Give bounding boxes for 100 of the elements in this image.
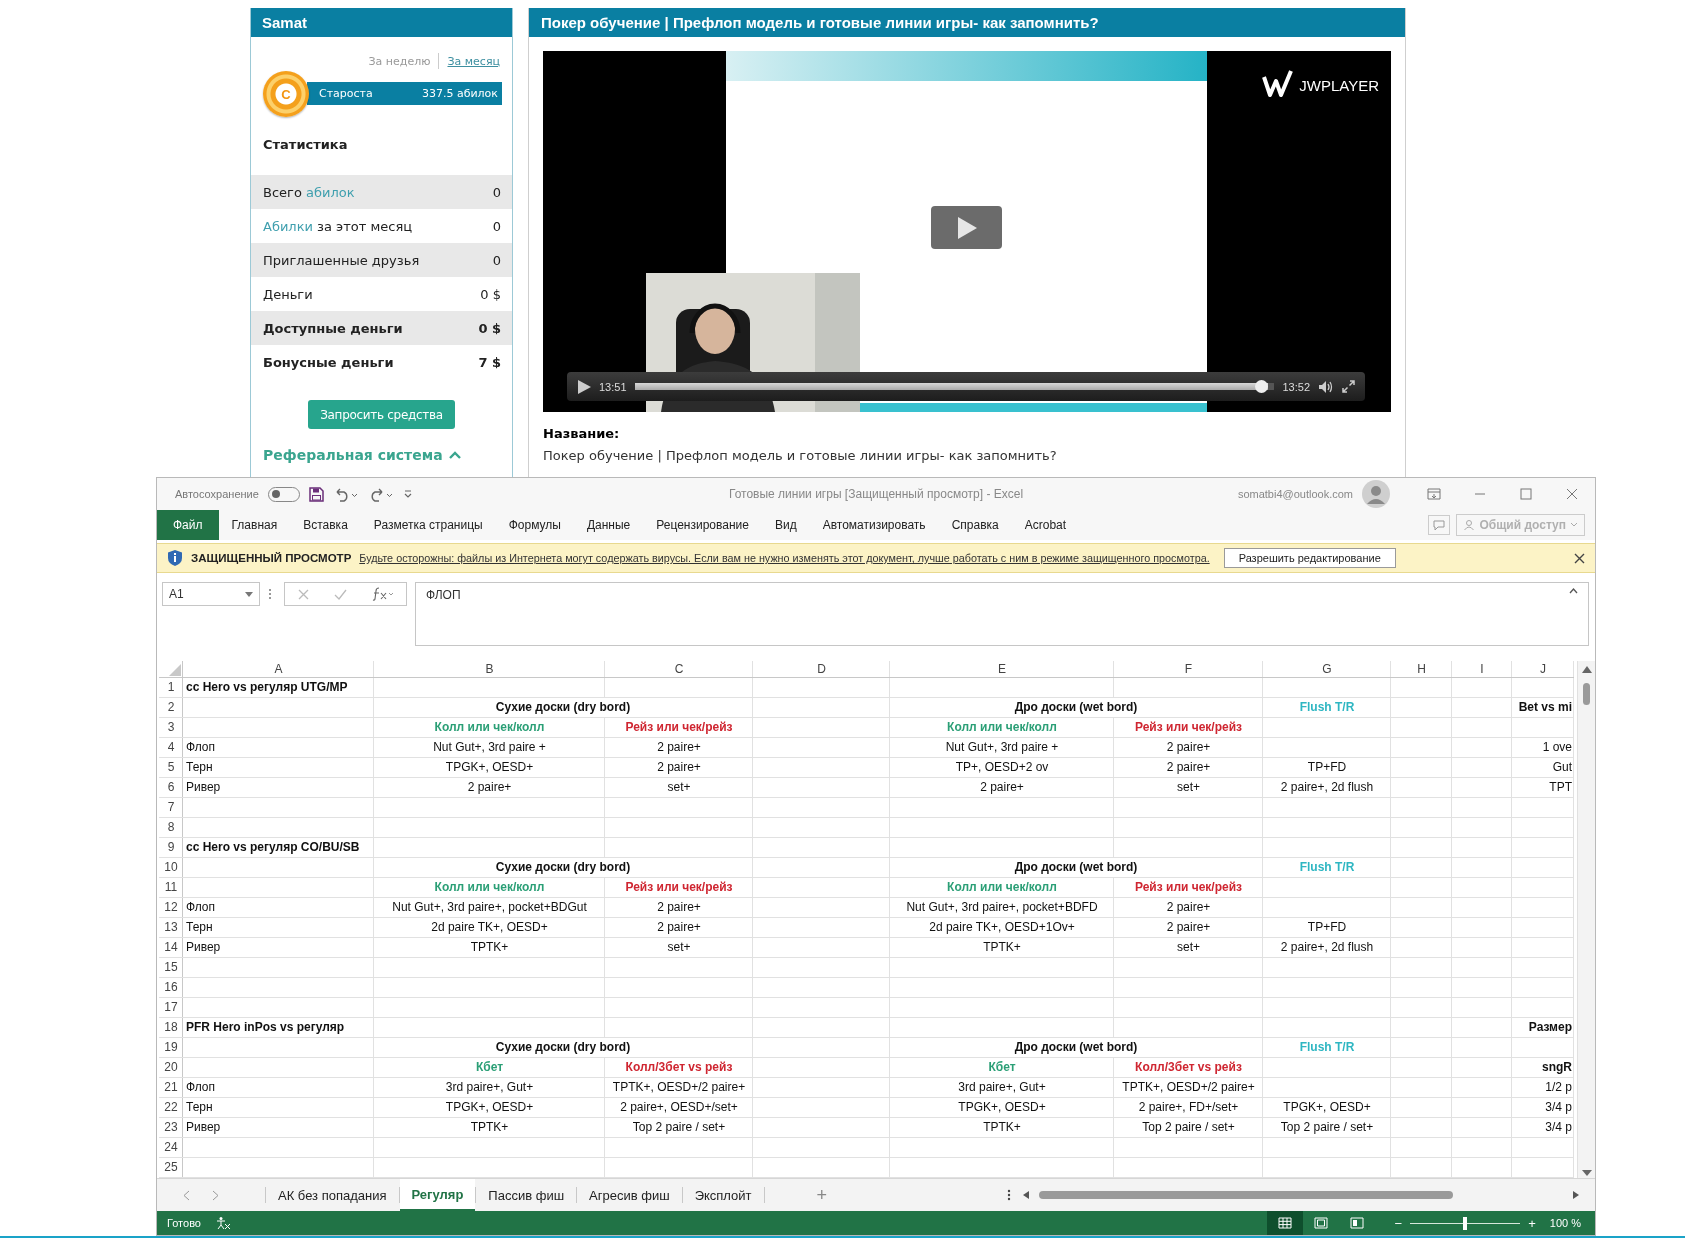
ribbon-tab[interactable]: Acrobat	[1011, 510, 1080, 540]
column-header[interactable]: B	[374, 661, 605, 678]
column-header[interactable]: I	[1452, 661, 1512, 678]
insert-function-icon[interactable]	[371, 587, 394, 601]
table-cell-text: TPT	[1548, 779, 1573, 796]
warning-link[interactable]: Будьте осторожны: файлы из Интернета могут содержать вирусы. Если вам не нужно изменять этот документ, лучше работать с ним в режиме защищенного просмотра.	[359, 552, 1210, 564]
table-cell-text: TPTK+	[469, 939, 510, 956]
table-cell-text: TPTK+, OESD+/2 paire+	[611, 1079, 747, 1096]
row-header[interactable]: 14	[159, 938, 183, 958]
ribbon-tab[interactable]: Автоматизировать	[809, 510, 939, 540]
horizontal-scrollbar[interactable]	[1021, 1188, 1581, 1202]
row-header[interactable]: 3	[159, 718, 183, 738]
row-header[interactable]: 11	[159, 878, 183, 898]
row-header[interactable]: 21	[159, 1078, 183, 1098]
table-cell-text: TPTK+	[469, 1119, 510, 1136]
arrow-down-icon[interactable]	[1582, 1170, 1592, 1176]
ribbon-tab[interactable]: Данные	[573, 510, 644, 540]
accessibility-icon[interactable]	[214, 1216, 231, 1230]
more-icon[interactable]	[1007, 1188, 1011, 1202]
customize-icon[interactable]	[402, 488, 413, 500]
table-cell-text: 2 paire+	[656, 759, 702, 776]
row-header[interactable]: 18	[159, 1018, 183, 1038]
row-header[interactable]: 1	[159, 678, 183, 698]
ribbon-tab[interactable]: Главная	[218, 510, 291, 540]
row-header[interactable]: 15	[159, 958, 183, 978]
row-header[interactable]: 19	[159, 1038, 183, 1058]
period-link[interactable]: За месяц	[447, 54, 500, 68]
vertical-scrollbar[interactable]	[1577, 661, 1595, 1178]
table-cell-text: TPGK+, OESD+	[957, 1099, 1047, 1116]
row-header[interactable]: 24	[159, 1138, 183, 1158]
avatar-icon[interactable]	[1361, 479, 1391, 509]
ribbon-tab[interactable]: Разметка страницы	[360, 510, 496, 540]
stat-label: Доступные деньги	[263, 320, 403, 336]
stat-label: Приглашенные друзья	[263, 252, 420, 268]
row-header[interactable]: 6	[159, 778, 183, 798]
row-header[interactable]: 16	[159, 978, 183, 998]
ribbon-options-icon[interactable]	[1427, 488, 1441, 500]
ribbon-tab[interactable]: Файл	[157, 510, 219, 540]
table-cell-text: cc Hero vs регуляр CO/BU/SB	[185, 839, 361, 856]
chevron-up-icon[interactable]	[448, 451, 461, 459]
play-icon[interactable]	[577, 379, 591, 394]
arrow-right-icon[interactable]	[1573, 1191, 1579, 1199]
sheet-tab[interactable]: Агресив фиш	[577, 1179, 682, 1211]
column-header[interactable]: C	[605, 661, 753, 678]
fullscreen-icon[interactable]	[1342, 380, 1355, 393]
maximize-icon[interactable]	[1520, 488, 1532, 500]
column-header[interactable]: J	[1512, 661, 1574, 678]
column-header[interactable]: H	[1391, 661, 1452, 678]
row-header[interactable]: 20	[159, 1058, 183, 1078]
sheet-tab[interactable]: Пассив фиш	[476, 1179, 577, 1211]
ribbon-tab[interactable]: Формулы	[495, 510, 574, 540]
zoom-out-button[interactable]: −	[1390, 1215, 1407, 1231]
duration-time: 13:52	[1282, 380, 1310, 393]
scroll-thumb[interactable]	[1039, 1191, 1453, 1199]
close-icon[interactable]	[1574, 552, 1585, 564]
close-icon[interactable]	[1566, 488, 1578, 500]
column-header[interactable]: G	[1263, 661, 1391, 678]
collapse-icon[interactable]	[1569, 588, 1578, 594]
arrow-left-icon[interactable]	[1023, 1191, 1029, 1199]
ribbon-tab[interactable]: Вид	[761, 510, 810, 540]
sheet-tab[interactable]: Регуляр	[399, 1179, 476, 1211]
row-header[interactable]: 23	[159, 1118, 183, 1138]
table-cell-text: Флоп	[185, 1079, 217, 1096]
arrow-up-icon[interactable]	[1582, 665, 1592, 673]
zoom-in-button[interactable]: +	[1524, 1215, 1540, 1231]
row-header[interactable]: 22	[159, 1098, 183, 1118]
enable-editing-button[interactable]: Разрешить редактирование	[1223, 548, 1396, 568]
ribbon-tab[interactable]: Рецензирование	[643, 510, 762, 540]
person-icon	[1463, 519, 1476, 531]
ribbon-tab[interactable]: Вставка	[290, 510, 361, 540]
table-cell-text: TPTK+, OESD+/2 paire+	[1121, 1079, 1256, 1096]
row-header[interactable]: 25	[159, 1158, 183, 1178]
stat-label: Всего абилок	[263, 184, 355, 200]
column-header[interactable]: F	[1114, 661, 1263, 678]
column-header[interactable]: A	[183, 661, 374, 678]
ribbon-tab[interactable]: Справка	[938, 510, 1012, 540]
row-header[interactable]: 12	[159, 898, 183, 918]
row-header[interactable]: 9	[159, 838, 183, 858]
view-button[interactable]	[1266, 1211, 1303, 1235]
volume-icon[interactable]	[1318, 379, 1334, 394]
row-header[interactable]: 10	[159, 858, 183, 878]
formula-field[interactable]: ФЛОП	[415, 582, 1589, 646]
sheet-tab[interactable]: Эксплойт	[682, 1179, 764, 1211]
row-header[interactable]: 8	[159, 818, 183, 838]
scroll-thumb[interactable]	[1583, 683, 1590, 705]
row-header[interactable]: 5	[159, 758, 183, 778]
play-button[interactable]	[931, 206, 1002, 249]
column-header[interactable]: E	[890, 661, 1114, 678]
play-icon	[955, 215, 978, 240]
table-cell-text: 2 paire+	[1165, 919, 1212, 936]
row-header[interactable]: 17	[159, 998, 183, 1018]
check-icon[interactable]	[333, 588, 347, 600]
column-header[interactable]: D	[753, 661, 890, 678]
row-header[interactable]: 13	[159, 918, 183, 938]
name-box[interactable]: A1	[162, 582, 260, 606]
row-header[interactable]: 2	[159, 698, 183, 718]
save-icon[interactable]	[308, 486, 324, 502]
row-header[interactable]: 4	[159, 738, 183, 758]
row-header[interactable]: 7	[159, 798, 183, 818]
sheet-tab[interactable]: АК без попадания	[266, 1179, 399, 1211]
